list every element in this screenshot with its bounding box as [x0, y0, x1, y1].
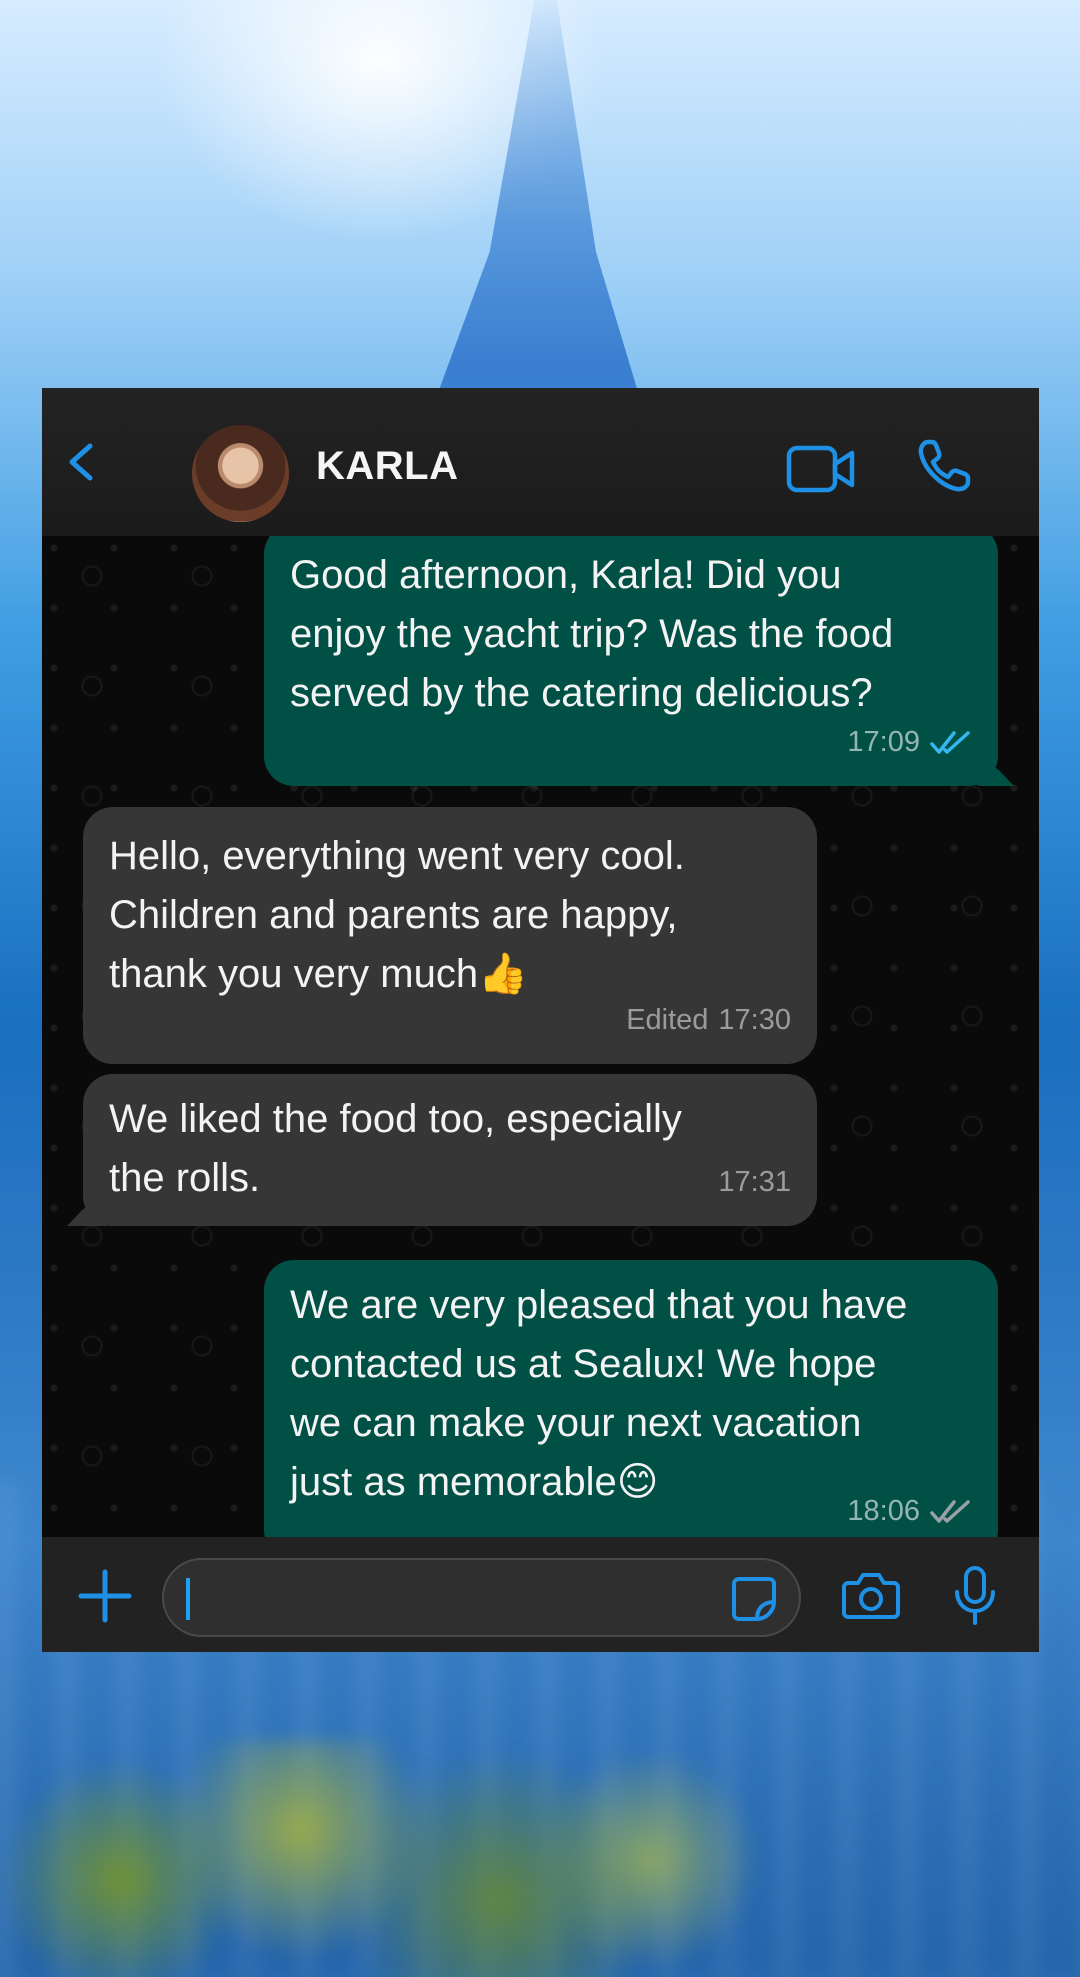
- message-time: 17:31: [718, 1166, 791, 1198]
- message-incoming[interactable]: Hello, everything went very cool. Childr…: [83, 807, 817, 1064]
- message-time: 17:30: [718, 1004, 791, 1036]
- message-meta: Edited 17:30: [626, 991, 791, 1050]
- bubble-tail: [974, 758, 1014, 786]
- chevron-left-icon[interactable]: [60, 440, 104, 484]
- message-input[interactable]: [162, 1558, 801, 1637]
- message-text: We are very pleased that you have contac…: [290, 1283, 908, 1505]
- text-caret: [186, 1578, 190, 1620]
- message-meta: 17:09: [847, 713, 972, 772]
- chat-window: KARLA Good afternoon, Karla! Did you enj…: [42, 388, 1039, 1652]
- edited-label: Edited: [626, 1004, 709, 1036]
- camera-icon[interactable]: [842, 1571, 900, 1621]
- phone-icon[interactable]: [914, 436, 974, 496]
- sticker-icon[interactable]: [731, 1576, 777, 1622]
- avatar[interactable]: [192, 425, 289, 522]
- chat-header: KARLA: [42, 388, 1039, 536]
- message-meta: 18:06: [847, 1482, 972, 1537]
- contact-name[interactable]: KARLA: [316, 444, 458, 489]
- read-ticks-icon: [930, 730, 970, 754]
- delivered-ticks-icon: [930, 1499, 970, 1523]
- background-tower: [428, 0, 647, 420]
- bubble-tail: [67, 1198, 107, 1226]
- message-time: 17:09: [847, 726, 920, 758]
- message-incoming[interactable]: We liked the food too, especially the ro…: [67, 1074, 817, 1226]
- plus-icon[interactable]: [78, 1569, 132, 1623]
- message-list[interactable]: Good afternoon, Karla! Did you enjoy the…: [42, 536, 1039, 1537]
- message-outgoing[interactable]: We are very pleased that you have contac…: [264, 1260, 998, 1537]
- video-camera-icon[interactable]: [786, 442, 856, 496]
- message-text: We liked the food too, especially the ro…: [109, 1097, 682, 1200]
- message-meta: 17:31: [718, 1153, 791, 1212]
- thumbs-up-emoji: 👍: [478, 951, 528, 997]
- composer-bar: [42, 1537, 1039, 1652]
- background-foliage: [0, 1740, 760, 1977]
- smiling-emoji: 😊: [616, 1459, 659, 1505]
- message-outgoing[interactable]: Good afternoon, Karla! Did you enjoy the…: [264, 536, 1014, 786]
- microphone-icon[interactable]: [952, 1565, 998, 1627]
- message-text: Good afternoon, Karla! Did you enjoy the…: [290, 553, 894, 715]
- message-time: 18:06: [847, 1495, 920, 1527]
- message-text: Hello, everything went very cool. Childr…: [109, 834, 685, 997]
